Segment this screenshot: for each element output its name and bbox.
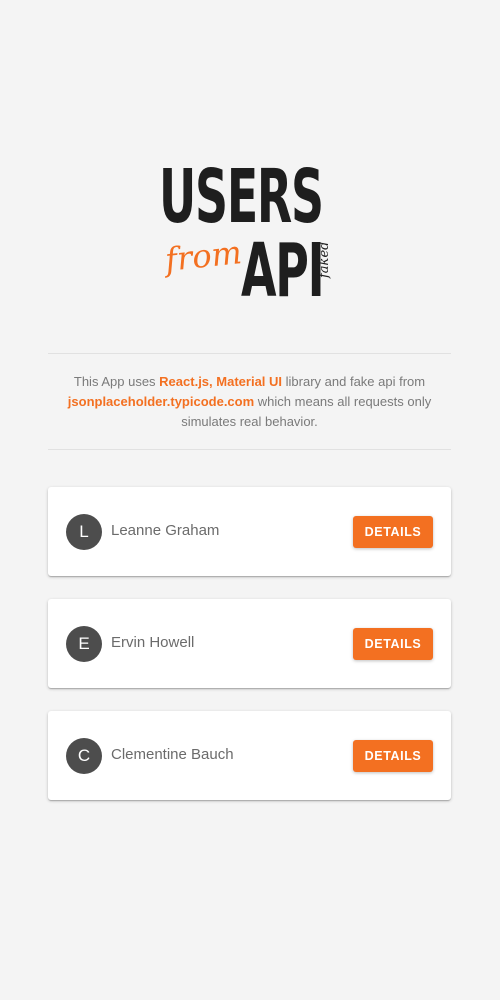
user-name: Clementine Bauch: [111, 746, 234, 763]
bottom-divider: [48, 449, 451, 450]
user-name: Ervin Howell: [111, 634, 195, 651]
details-button[interactable]: DETAILS: [353, 628, 433, 660]
user-name: Leanne Graham: [111, 522, 220, 539]
user-card: C Clementine Bauch DETAILS: [48, 711, 451, 800]
top-divider: [48, 353, 451, 354]
description-text-2: library and fake api from: [282, 374, 426, 389]
details-button[interactable]: DETAILS: [353, 516, 433, 548]
description-text-1: This App uses: [73, 374, 160, 389]
user-card: L Leanne Graham DETAILS: [48, 487, 451, 576]
material-ui-link[interactable]: Material UI: [216, 374, 282, 389]
app-description: This App uses React.js, Material UI libr…: [48, 372, 451, 432]
user-card: E Ervin Howell DETAILS: [48, 599, 451, 688]
logo-users-text: USERS: [159, 154, 324, 240]
avatar: C: [66, 738, 102, 774]
details-button[interactable]: DETAILS: [353, 740, 433, 772]
logo-faked-text: faked: [317, 241, 332, 278]
react-link[interactable]: React.js: [159, 374, 209, 389]
logo-api-text: API: [241, 228, 325, 314]
logo-from-text: from: [163, 233, 244, 279]
api-host-link[interactable]: jsonplaceholder.typicode.com: [68, 394, 254, 409]
avatar: L: [66, 514, 102, 550]
app-logo: USERS from API faked: [150, 160, 350, 310]
avatar: E: [66, 626, 102, 662]
